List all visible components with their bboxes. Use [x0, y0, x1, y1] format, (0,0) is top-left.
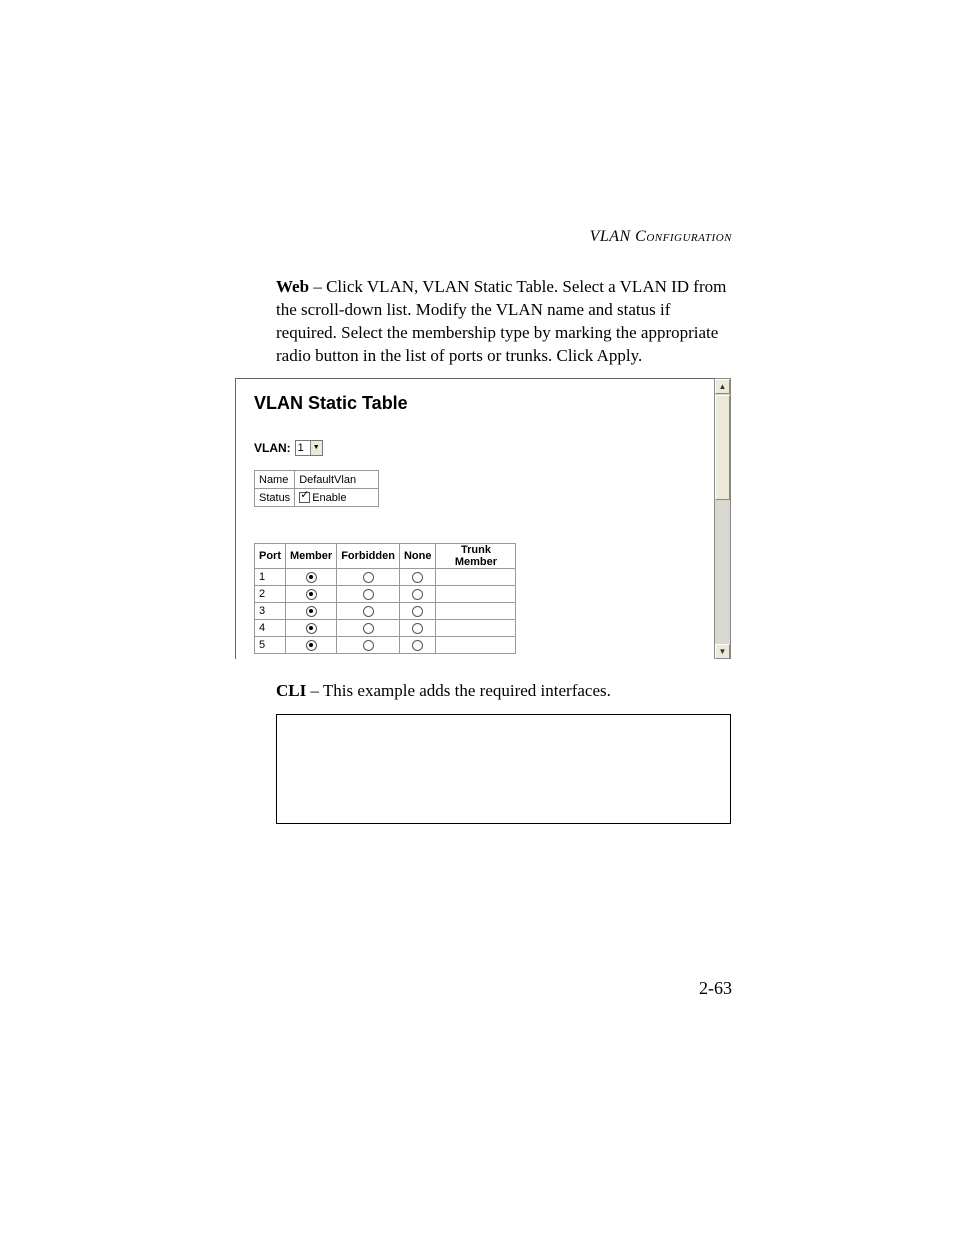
trunk-member-cell [436, 637, 516, 654]
chevron-down-icon: ▼ [310, 441, 322, 455]
web-instructions: Web – Click VLAN, VLAN Static Table. Sel… [276, 276, 732, 368]
scroll-down-button[interactable]: ▼ [715, 644, 730, 659]
scrollbar[interactable]: ▲ ▼ [714, 378, 731, 659]
none-cell [399, 569, 436, 586]
status-row: Status Enable [255, 489, 379, 507]
member-cell [286, 586, 337, 603]
none-radio[interactable] [412, 640, 423, 651]
member-radio[interactable] [306, 640, 317, 651]
table-row: 2 [255, 586, 516, 603]
cli-text: – This example adds the required interfa… [306, 681, 611, 700]
member-radio[interactable] [306, 572, 317, 583]
member-cell [286, 637, 337, 654]
trunk-member-cell [436, 603, 516, 620]
screenshot-frame: VLAN Static Table VLAN: 1 ▼ Name Default… [235, 378, 731, 659]
forbidden-cell [337, 603, 400, 620]
trunk-member-cell [436, 586, 516, 603]
table-row: 1 [255, 569, 516, 586]
member-radio[interactable] [306, 589, 317, 600]
scroll-up-button[interactable]: ▲ [715, 379, 730, 394]
none-cell [399, 620, 436, 637]
cli-example-box [276, 714, 731, 824]
member-cell [286, 603, 337, 620]
member-cell [286, 620, 337, 637]
port-cell: 5 [255, 637, 286, 654]
cli-label: CLI [276, 681, 306, 700]
port-cell: 1 [255, 569, 286, 586]
name-row: Name DefaultVlan [255, 471, 379, 489]
member-radio[interactable] [306, 623, 317, 634]
trunk-member-cell [436, 569, 516, 586]
status-checkbox-label: Enable [312, 492, 346, 504]
web-text: – Click VLAN, VLAN Static Table. Select … [276, 277, 726, 365]
forbidden-cell [337, 637, 400, 654]
forbidden-radio[interactable] [363, 623, 374, 634]
status-label: Status [255, 489, 295, 507]
none-radio[interactable] [412, 589, 423, 600]
web-label: Web [276, 277, 309, 296]
status-cell: Enable [295, 489, 379, 507]
forbidden-cell [337, 620, 400, 637]
port-cell: 2 [255, 586, 286, 603]
header-trunk-member: Trunk Member [436, 544, 516, 569]
name-status-table: Name DefaultVlan Status Enable [254, 470, 379, 507]
header-none: None [399, 544, 436, 569]
forbidden-radio[interactable] [363, 640, 374, 651]
table-row: 4 [255, 620, 516, 637]
vlan-select[interactable]: 1 ▼ [295, 440, 323, 456]
port-cell: 3 [255, 603, 286, 620]
vlan-select-value: 1 [298, 442, 304, 454]
cli-instructions: CLI – This example adds the required int… [276, 680, 732, 703]
port-table: Port Member Forbidden None Trunk Member … [254, 543, 516, 654]
port-header-row: Port Member Forbidden None Trunk Member [255, 544, 516, 569]
none-radio[interactable] [412, 572, 423, 583]
panel-title: VLAN Static Table [254, 393, 712, 414]
vlan-label: VLAN: [254, 441, 291, 455]
forbidden-cell [337, 569, 400, 586]
none-radio[interactable] [412, 606, 423, 617]
section-header: VLAN Configuration [590, 228, 732, 246]
forbidden-cell [337, 586, 400, 603]
status-checkbox[interactable] [299, 492, 310, 503]
trunk-member-cell [436, 620, 516, 637]
none-radio[interactable] [412, 623, 423, 634]
none-cell [399, 586, 436, 603]
page-number: 2-63 [699, 978, 732, 999]
port-cell: 4 [255, 620, 286, 637]
member-radio[interactable] [306, 606, 317, 617]
name-label: Name [255, 471, 295, 489]
table-row: 5 [255, 637, 516, 654]
forbidden-radio[interactable] [363, 606, 374, 617]
header-port: Port [255, 544, 286, 569]
header-forbidden: Forbidden [337, 544, 400, 569]
name-input[interactable]: DefaultVlan [295, 471, 379, 489]
member-cell [286, 569, 337, 586]
forbidden-radio[interactable] [363, 572, 374, 583]
header-member: Member [286, 544, 337, 569]
table-row: 3 [255, 603, 516, 620]
none-cell [399, 637, 436, 654]
forbidden-radio[interactable] [363, 589, 374, 600]
scroll-thumb[interactable] [715, 395, 730, 500]
none-cell [399, 603, 436, 620]
